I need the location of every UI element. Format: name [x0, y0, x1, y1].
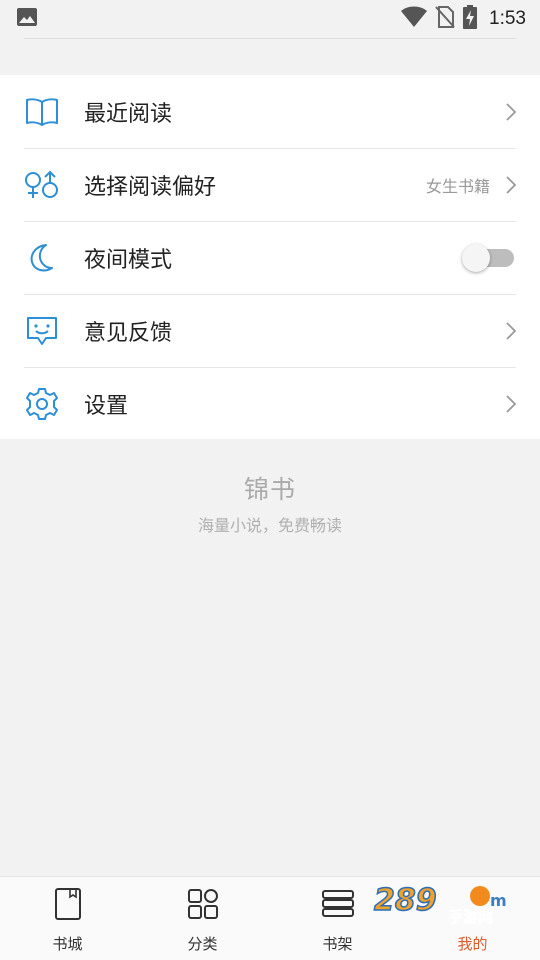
bookshelf-icon — [321, 887, 355, 921]
svg-text:手游网: 手游网 — [448, 908, 493, 926]
screen: 1:53 最近阅读 选择阅读偏好 女生书籍 夜间模式 意见反馈 设置 锦书 海量… — [0, 0, 540, 960]
gender-icon — [24, 167, 60, 203]
bookstore-icon — [51, 887, 85, 921]
menu-item-label: 意见反馈 — [84, 320, 173, 346]
category-grid-icon — [186, 887, 220, 921]
brand-name: 锦书 — [243, 475, 296, 504]
tab-label: 书架 — [322, 935, 353, 953]
no-sim-icon — [435, 6, 455, 32]
menu-item-settings[interactable]: 设置 — [0, 367, 540, 440]
status-time: 1:53 — [489, 8, 526, 29]
chevron-right-icon — [504, 102, 518, 121]
menu-list: 最近阅读 选择阅读偏好 女生书籍 夜间模式 意见反馈 设置 — [0, 75, 540, 439]
menu-item-recent-reading[interactable]: 最近阅读 — [0, 75, 540, 148]
tab-category[interactable]: 分类 — [135, 877, 270, 960]
menu-item-reading-preference[interactable]: 选择阅读偏好 女生书籍 — [0, 148, 540, 221]
reading-preference-value: 女生书籍 — [425, 176, 490, 196]
tab-label: 分类 — [187, 935, 218, 953]
moon-icon — [24, 240, 60, 276]
status-bar: 1:53 — [0, 0, 540, 38]
wifi-icon — [401, 6, 428, 32]
tab-label: 我的 — [457, 935, 488, 953]
menu-item-label: 最近阅读 — [84, 101, 173, 127]
menu-item-label: 选择阅读偏好 — [84, 174, 217, 200]
watermark-logo: 289 m 手游网 — [372, 880, 520, 928]
smile-message-icon — [24, 313, 60, 349]
toggle-knob — [462, 243, 490, 272]
brand-block: 锦书 海量小说，免费畅读 — [0, 470, 540, 536]
svg-text:289: 289 — [374, 883, 437, 918]
book-open-icon — [24, 94, 60, 130]
menu-item-label: 设置 — [84, 393, 129, 419]
chevron-right-icon — [504, 175, 518, 194]
brand-slogan: 海量小说，免费畅读 — [197, 516, 342, 535]
battery-charging-icon — [463, 5, 478, 33]
chevron-right-icon — [504, 394, 518, 413]
tab-bookstore[interactable]: 书城 — [0, 877, 135, 960]
menu-item-feedback[interactable]: 意见反馈 — [0, 294, 540, 367]
top-divider — [24, 38, 516, 39]
gear-icon — [24, 386, 60, 422]
tab-label: 书城 — [52, 935, 83, 953]
chevron-right-icon — [504, 321, 518, 340]
menu-item-label: 夜间模式 — [84, 247, 173, 273]
menu-item-night-mode: 夜间模式 — [0, 221, 540, 294]
night-mode-toggle[interactable] — [462, 243, 514, 272]
image-notification-icon — [16, 7, 38, 31]
